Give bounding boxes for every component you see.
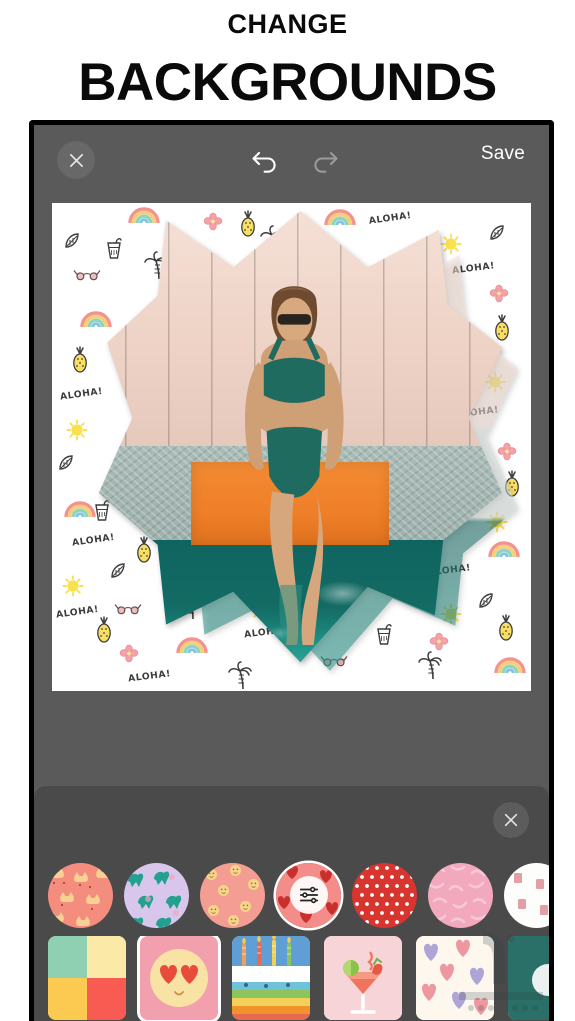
editor-canvas[interactable]: ALOHA! bbox=[52, 203, 531, 691]
thumbnail-teal-card[interactable] bbox=[508, 936, 549, 1020]
thumbnail-cocktail-glass[interactable] bbox=[324, 936, 402, 1020]
right-gutter bbox=[554, 120, 575, 1021]
redo-button[interactable] bbox=[309, 144, 341, 176]
phone-frame: Save bbox=[29, 120, 554, 1021]
save-button[interactable]: Save bbox=[481, 143, 525, 165]
heart-eyes-art bbox=[140, 936, 218, 1020]
headline-line-1: CHANGE bbox=[227, 9, 348, 39]
close-editor-button[interactable] bbox=[57, 141, 95, 179]
color-grid-art bbox=[48, 936, 126, 1020]
photo-cutout[interactable] bbox=[82, 211, 518, 681]
background-picker-panel bbox=[34, 786, 549, 1021]
teal-card-art bbox=[508, 936, 549, 1020]
hearts-art bbox=[416, 936, 494, 1020]
headline: CHANGE BACKGROUNDS bbox=[0, 0, 575, 112]
white-card-pattern bbox=[504, 862, 549, 928]
editor-toolbar: Save bbox=[34, 125, 549, 195]
close-icon bbox=[504, 813, 518, 827]
category-dots[interactable] bbox=[352, 862, 417, 928]
category-white-cards[interactable] bbox=[504, 862, 549, 928]
dot-pattern bbox=[352, 862, 417, 928]
redo-icon bbox=[314, 151, 338, 173]
panel-close-button[interactable] bbox=[493, 802, 529, 838]
thumbnail-color-grid[interactable] bbox=[48, 936, 126, 1020]
person-figure bbox=[244, 286, 344, 646]
adjust-badge bbox=[289, 876, 328, 914]
cocktail-art bbox=[324, 936, 402, 1020]
smiley-pattern bbox=[200, 862, 265, 928]
background-thumbnail-row[interactable] bbox=[34, 936, 549, 1021]
headline-line-2: BACKGROUNDS bbox=[78, 53, 497, 112]
dinosaur-pattern bbox=[124, 862, 189, 928]
undo-icon bbox=[252, 151, 276, 173]
undo-button[interactable] bbox=[249, 144, 281, 176]
texture-pattern bbox=[428, 862, 493, 928]
category-cats[interactable] bbox=[48, 862, 113, 928]
screenshot-root: CHANGE BACKGROUNDS Save bbox=[0, 0, 575, 1021]
close-icon bbox=[69, 153, 83, 167]
category-smileys[interactable] bbox=[200, 862, 265, 928]
thumbnail-heart-eyes-emoji[interactable] bbox=[140, 936, 218, 1020]
category-texture[interactable] bbox=[428, 862, 493, 928]
category-adjust[interactable] bbox=[276, 862, 341, 928]
category-row[interactable] bbox=[34, 859, 549, 931]
sliders-icon bbox=[299, 886, 318, 904]
birthday-cake-art bbox=[232, 936, 310, 1020]
thumbnail-hearts-pattern[interactable] bbox=[416, 936, 494, 1020]
cat-pattern bbox=[48, 862, 113, 928]
thumbnail-birthday-cake[interactable] bbox=[232, 936, 310, 1020]
category-dinosaurs[interactable] bbox=[124, 862, 189, 928]
canvas-lower-area bbox=[34, 691, 549, 786]
